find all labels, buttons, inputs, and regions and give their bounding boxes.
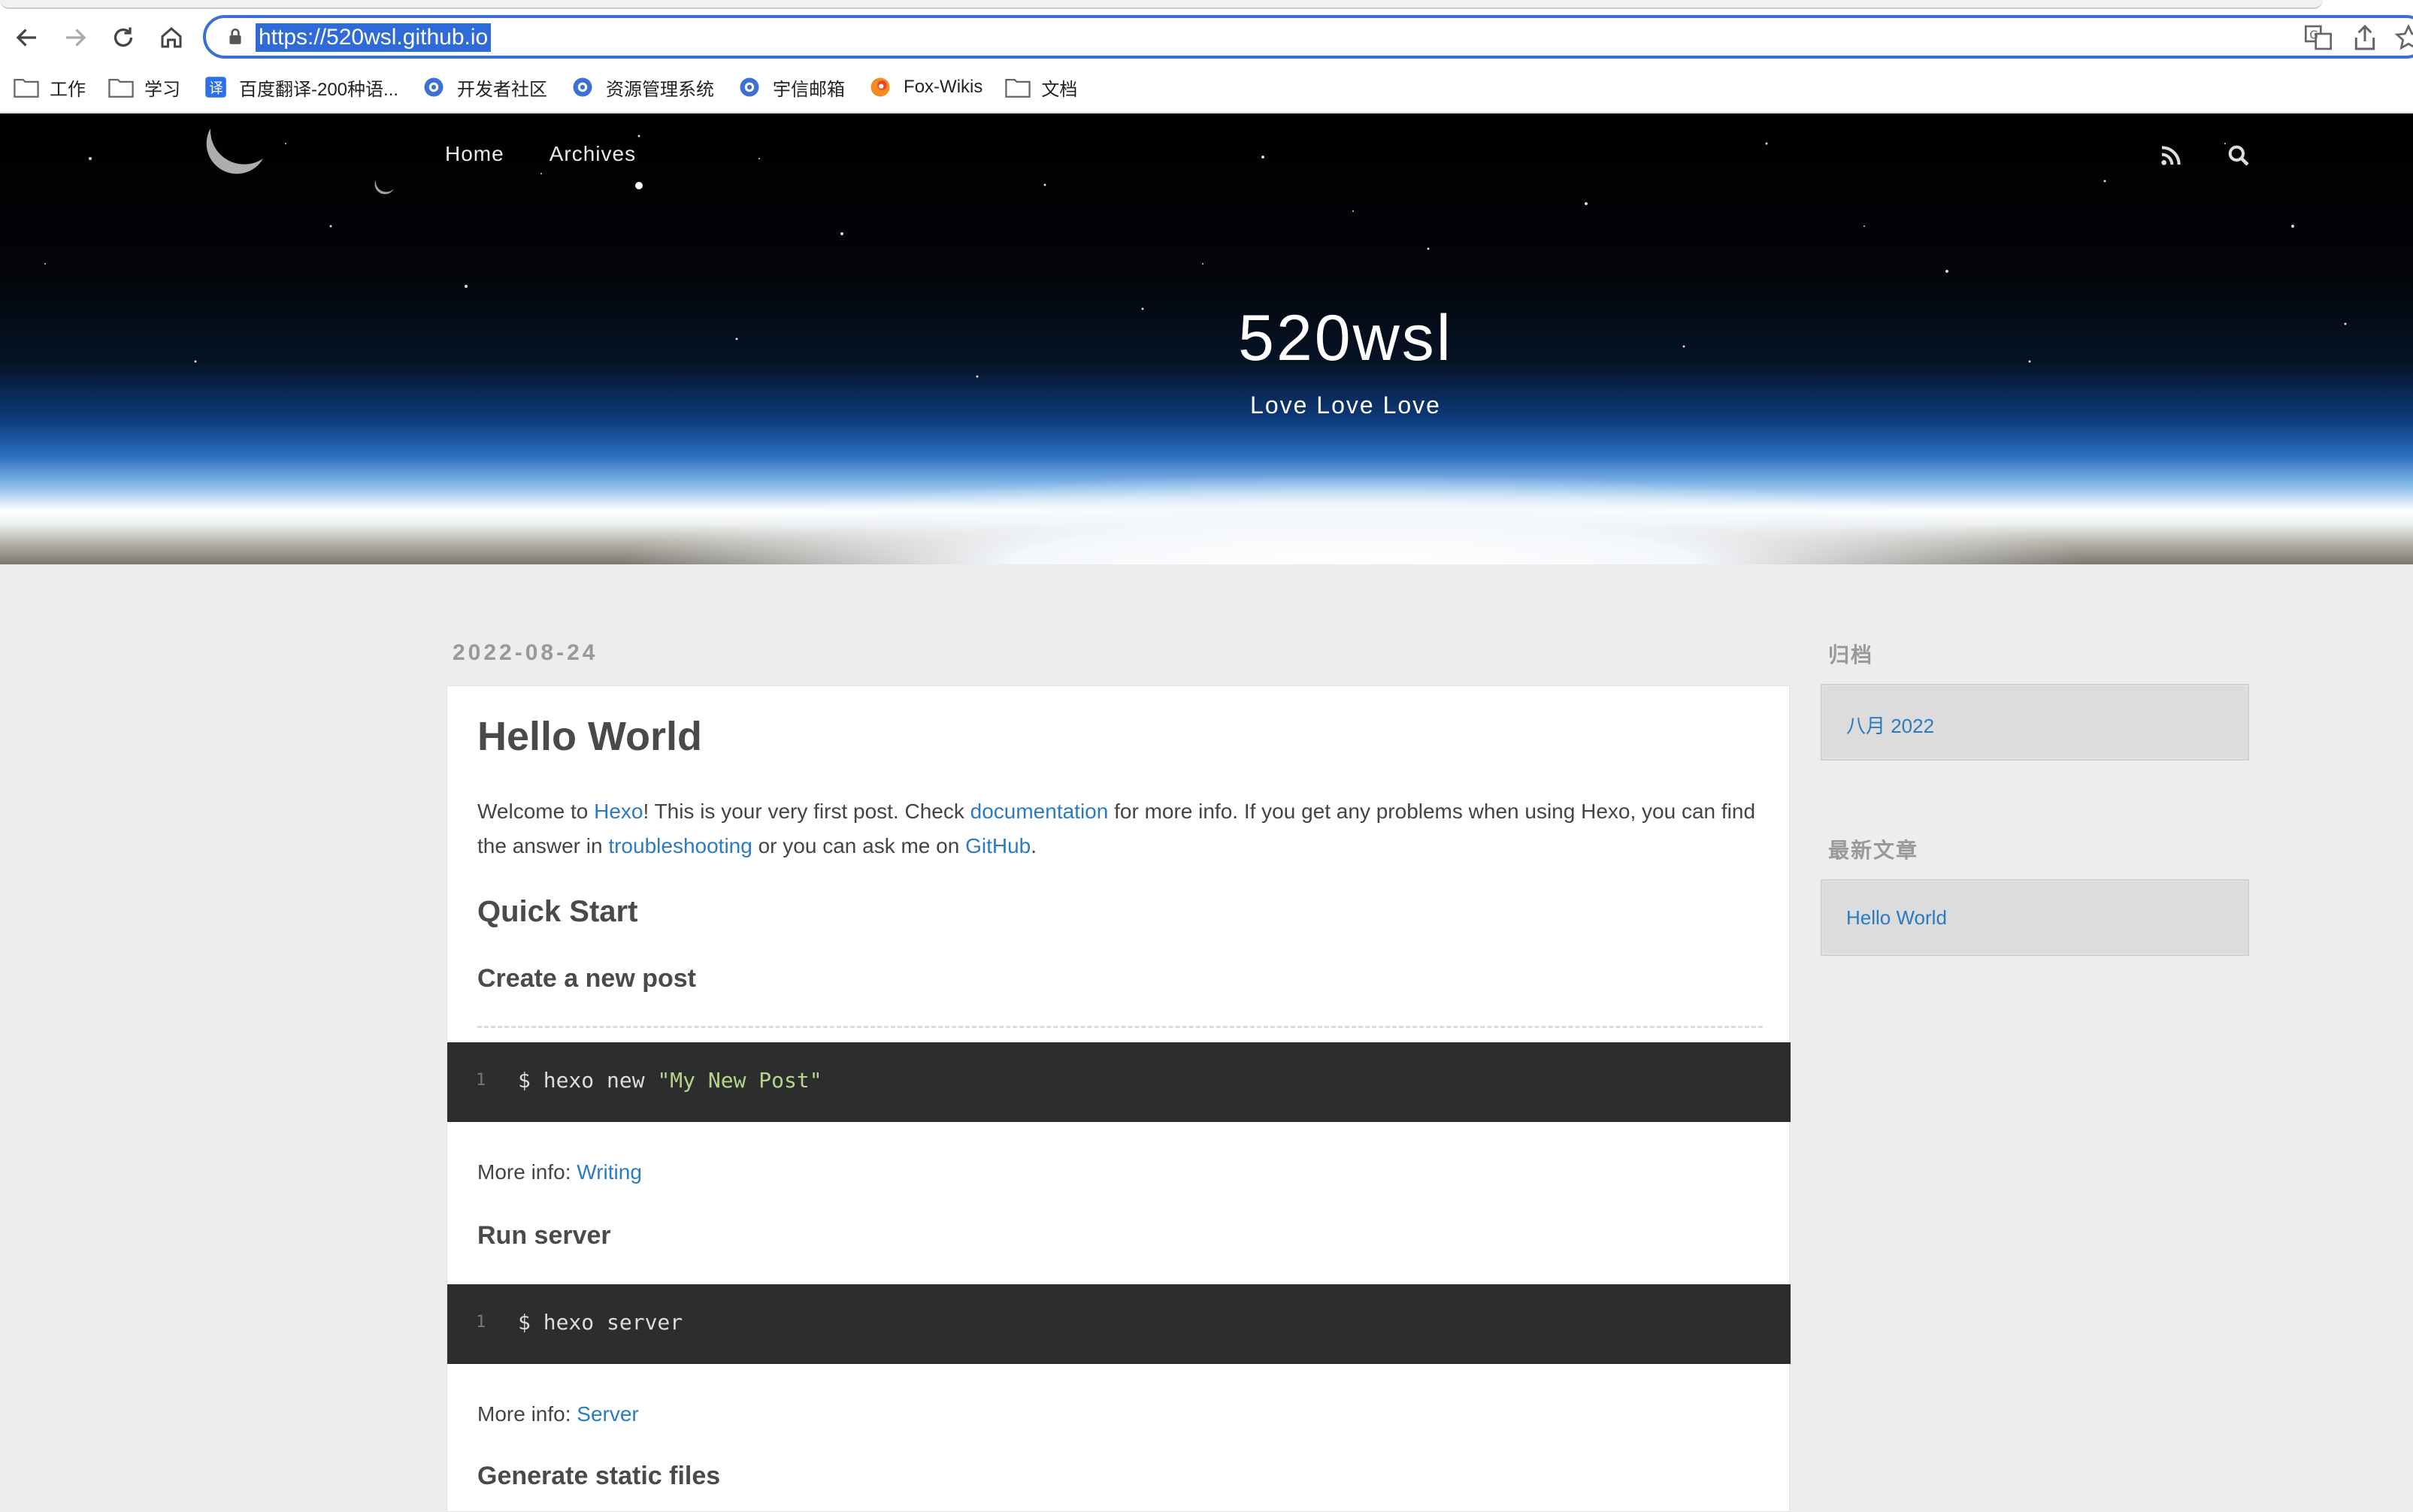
bookmark-dev-community[interactable]: 开发者社区 bbox=[421, 74, 547, 101]
archive-link[interactable]: 八月 2022 bbox=[1846, 711, 1934, 739]
bookmark-label: 开发者社区 bbox=[457, 79, 548, 100]
bookmark-label: 学习 bbox=[144, 79, 180, 100]
arrow-right-icon bbox=[66, 29, 86, 47]
recent-posts-heading: 最新文章 bbox=[1828, 839, 1919, 862]
folder-icon bbox=[14, 76, 39, 98]
reload-icon bbox=[114, 27, 133, 47]
heading-run-server: Run server bbox=[477, 1221, 611, 1250]
code-block: 1 $ hexo server bbox=[447, 1284, 1791, 1364]
back-button[interactable] bbox=[9, 20, 45, 56]
recent-posts-widget: Hello World bbox=[1821, 879, 2249, 956]
bookmarks-bar: 工作 学习 译 百度翻译-200种语... 开发者社区 资源管理系统 宇信邮箱 … bbox=[0, 71, 2413, 104]
heading-divider bbox=[477, 1026, 1763, 1028]
bookmark-baidu-translate[interactable]: 译 百度翻译-200种语... bbox=[203, 74, 398, 101]
heading-create-post: Create a new post bbox=[477, 964, 696, 993]
more-info-server: More info: Server bbox=[477, 1397, 1770, 1432]
code-command: $ hexo new bbox=[518, 1068, 658, 1093]
bookmark-label: 百度翻译-200种语... bbox=[239, 79, 399, 100]
globe-gear-icon bbox=[421, 76, 447, 98]
hero-banner: Home Archives 520wsl Love Love Love bbox=[0, 113, 2413, 564]
archive-heading: 归档 bbox=[1828, 643, 1874, 667]
forward-button[interactable] bbox=[57, 20, 93, 56]
post-card: Hello World Welcome to Hexo! This is you… bbox=[447, 685, 1791, 1512]
browser-chrome: https://520wsl.github.io G 工作 学习 译 百度翻译-… bbox=[0, 0, 2413, 113]
bookmark-resource-system[interactable]: 资源管理系统 bbox=[570, 74, 714, 101]
bookmark-work[interactable]: 工作 bbox=[14, 74, 86, 101]
code-line-number: 1 bbox=[476, 1313, 486, 1332]
heading-quick-start: Quick Start bbox=[477, 895, 638, 928]
nav-home[interactable]: Home bbox=[445, 142, 504, 166]
post-title[interactable]: Hello World bbox=[477, 713, 702, 760]
server-link[interactable]: Server bbox=[577, 1402, 638, 1426]
bookmark-label: Fox-Wikis bbox=[904, 77, 983, 97]
fox-icon bbox=[867, 76, 893, 98]
more-info-label: More info: bbox=[477, 1160, 577, 1184]
intro-text: or you can ask me on bbox=[752, 834, 966, 857]
bookmark-label: 工作 bbox=[50, 79, 86, 100]
intro-text: ! This is your very first post. Check bbox=[643, 800, 970, 823]
code-text[interactable]: $ hexo new "My New Post" bbox=[518, 1068, 822, 1093]
intro-text: . bbox=[1031, 834, 1037, 857]
home-icon bbox=[161, 27, 182, 48]
bookmark-label: 文档 bbox=[1041, 79, 1078, 100]
site-title[interactable]: 520wsl bbox=[0, 301, 2413, 376]
more-info-writing: More info: Writing bbox=[477, 1155, 1770, 1190]
tab-strip-edge bbox=[0, 0, 2323, 9]
svg-text:G: G bbox=[2309, 29, 2318, 42]
recent-post-link[interactable]: Hello World bbox=[1846, 906, 1947, 930]
bookmark-fox-wikis[interactable]: Fox-Wikis bbox=[867, 76, 982, 98]
folder-icon bbox=[1005, 76, 1031, 98]
more-info-label: More info: bbox=[477, 1402, 577, 1426]
folder-icon bbox=[108, 76, 134, 98]
svg-text:译: 译 bbox=[209, 81, 223, 97]
share-icon[interactable] bbox=[2350, 23, 2380, 53]
lock-icon bbox=[229, 28, 241, 44]
intro-text: Welcome to bbox=[477, 800, 595, 823]
code-block: 1 $ hexo new "My New Post" bbox=[447, 1042, 1791, 1122]
code-string: "My New Post" bbox=[657, 1068, 822, 1093]
translate-icon: 译 bbox=[203, 76, 229, 98]
site-nav: Home Archives bbox=[445, 142, 636, 166]
nav-archives[interactable]: Archives bbox=[550, 142, 636, 166]
rss-icon[interactable] bbox=[2159, 144, 2183, 168]
reload-button[interactable] bbox=[105, 20, 141, 56]
url-text[interactable]: https://520wsl.github.io bbox=[256, 23, 492, 52]
post-intro: Welcome to Hexo! This is your very first… bbox=[477, 794, 1770, 863]
github-link[interactable]: GitHub bbox=[965, 834, 1031, 857]
archive-widget: 八月 2022 bbox=[1821, 684, 2249, 761]
post-date[interactable]: 2022-08-24 bbox=[453, 640, 598, 666]
arrow-left-icon bbox=[16, 29, 36, 47]
site-subtitle: Love Love Love bbox=[1250, 392, 1441, 419]
bookmark-docs[interactable]: 文档 bbox=[1005, 74, 1077, 101]
bookmark-label: 宇信邮箱 bbox=[773, 79, 846, 100]
heading-generate-static: Generate static files bbox=[477, 1462, 721, 1490]
bookmark-label: 资源管理系统 bbox=[606, 79, 715, 100]
globe-gear-icon bbox=[570, 76, 595, 98]
troubleshooting-link[interactable]: troubleshooting bbox=[608, 834, 752, 857]
translate-page-icon[interactable]: G bbox=[2303, 23, 2333, 53]
code-command[interactable]: $ hexo server bbox=[518, 1310, 683, 1335]
bookmark-study[interactable]: 学习 bbox=[108, 74, 180, 101]
search-icon[interactable] bbox=[2227, 144, 2251, 168]
code-line-number: 1 bbox=[476, 1071, 486, 1090]
bookmark-mail[interactable]: 宇信邮箱 bbox=[737, 74, 845, 101]
hexo-link[interactable]: Hexo bbox=[594, 800, 643, 823]
star-icon[interactable] bbox=[2393, 23, 2413, 53]
globe-gear-icon bbox=[737, 76, 762, 98]
writing-link[interactable]: Writing bbox=[577, 1160, 642, 1184]
home-button[interactable] bbox=[153, 20, 189, 56]
address-bar[interactable]: https://520wsl.github.io bbox=[203, 15, 2413, 59]
documentation-link[interactable]: documentation bbox=[970, 800, 1109, 823]
